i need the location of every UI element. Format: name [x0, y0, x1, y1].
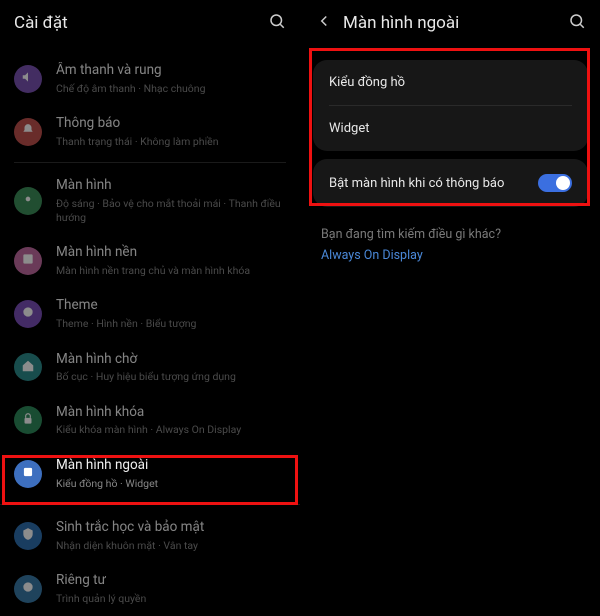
item-wallpaper[interactable]: Màn hình nền Màn hình nền trang chủ và mà…	[0, 234, 300, 287]
shield-icon	[21, 526, 35, 545]
item-lockscreen[interactable]: Màn hình khóaKiểu khóa màn hình · Always…	[0, 394, 300, 447]
search-icon[interactable]	[568, 12, 586, 34]
settings-pane: Cài đặt Âm thanh và rung Chế độ âm thanh …	[0, 0, 300, 600]
back-icon[interactable]	[315, 12, 333, 34]
toggle-card: Bật màn hình khi có thông báo	[313, 159, 588, 207]
home-icon	[21, 358, 35, 377]
item-cover-screen[interactable]: Màn hình ngoài Kiểu đồng hồ · Widget	[0, 447, 300, 500]
item-sub: Theme · Hình nền · Biểu tượng	[56, 317, 286, 331]
item-sub: Độ sáng · Bảo vệ cho mắt thoải mái · Tha…	[56, 197, 286, 224]
item-sub: Chế độ âm thanh · Nhạc chuông	[56, 82, 286, 96]
item-label: Màn hình chờ	[56, 351, 286, 369]
row-clock-style[interactable]: Kiểu đồng hồ	[313, 60, 588, 105]
item-sub: Kiểu đồng hồ · Widget	[56, 477, 286, 491]
item-label: Màn hình ngoài	[56, 457, 286, 475]
lock-icon	[21, 411, 35, 430]
sun-icon	[21, 191, 35, 210]
item-label: Màn hình	[56, 177, 286, 195]
sound-icon	[21, 69, 35, 88]
item-homescreen[interactable]: Màn hình chờBố cục · Huy hiệu biểu tượng…	[0, 341, 300, 394]
image-icon	[21, 251, 35, 270]
item-sub: Bố cục · Huy hiệu biểu tượng ứng dụng	[56, 370, 286, 384]
row-label: Widget	[329, 121, 369, 136]
row-label: Bật màn hình khi có thông báo	[329, 176, 504, 191]
item-biometrics[interactable]: Sinh trắc học và bảo mật Nhận diện khuôn …	[0, 509, 300, 562]
search-icon[interactable]	[268, 12, 286, 34]
item-label: Theme	[56, 297, 286, 315]
item-label: Thông báo	[56, 115, 286, 133]
item-label: Riêng tư	[56, 572, 286, 590]
settings-title: Cài đặt	[14, 13, 268, 33]
settings-header: Cài đặt	[0, 0, 300, 52]
link-aod[interactable]: Always On Display	[321, 248, 580, 263]
row-label: Kiểu đồng hồ	[329, 75, 405, 90]
item-sub: Màn hình nền trang chủ và màn hình khóa	[56, 264, 286, 278]
item-sound[interactable]: Âm thanh và rung Chế độ âm thanh · Nhạc c…	[0, 52, 300, 105]
toggle-switch[interactable]	[538, 174, 572, 192]
item-sub: Trình quản lý quyền	[56, 592, 286, 606]
palette-icon	[21, 304, 35, 323]
privacy-icon	[21, 579, 35, 598]
item-label: Màn hình nền	[56, 244, 286, 262]
bell-icon	[21, 122, 35, 141]
search-hint: Bạn đang tìm kiếm điều gì khác?	[321, 227, 580, 242]
settings-list: Âm thanh và rung Chế độ âm thanh · Nhạc c…	[0, 52, 300, 616]
detail-pane: Màn hình ngoài Kiểu đồng hồ Widget Bật m…	[300, 0, 600, 600]
detail-header: Màn hình ngoài	[301, 0, 600, 52]
row-widget[interactable]: Widget	[313, 106, 588, 151]
item-themes[interactable]: Theme Theme · Hình nền · Biểu tượng	[0, 287, 300, 340]
item-privacy[interactable]: Riêng tư Trình quản lý quyền	[0, 562, 300, 615]
item-label: Màn hình khóa	[56, 404, 286, 422]
item-display[interactable]: Màn hình Độ sáng · Bảo vệ cho mắt thoải m…	[0, 167, 300, 234]
detail-title: Màn hình ngoài	[343, 13, 568, 33]
item-label: Sinh trắc học và bảo mật	[56, 519, 286, 537]
item-notifications[interactable]: Thông báo Thanh trạng thái · Không làm ph…	[0, 105, 300, 158]
item-sub: Kiểu khóa màn hình · Always On Display	[56, 423, 286, 437]
row-notify-toggle[interactable]: Bật màn hình khi có thông báo	[313, 159, 588, 207]
options-card: Kiểu đồng hồ Widget	[313, 60, 588, 151]
item-sub: Thanh trạng thái · Không làm phiền	[56, 135, 286, 149]
item-sub: Nhận diện khuôn mặt · Vân tay	[56, 539, 286, 553]
cover-screen-icon	[21, 464, 35, 483]
item-label: Âm thanh và rung	[56, 62, 286, 80]
